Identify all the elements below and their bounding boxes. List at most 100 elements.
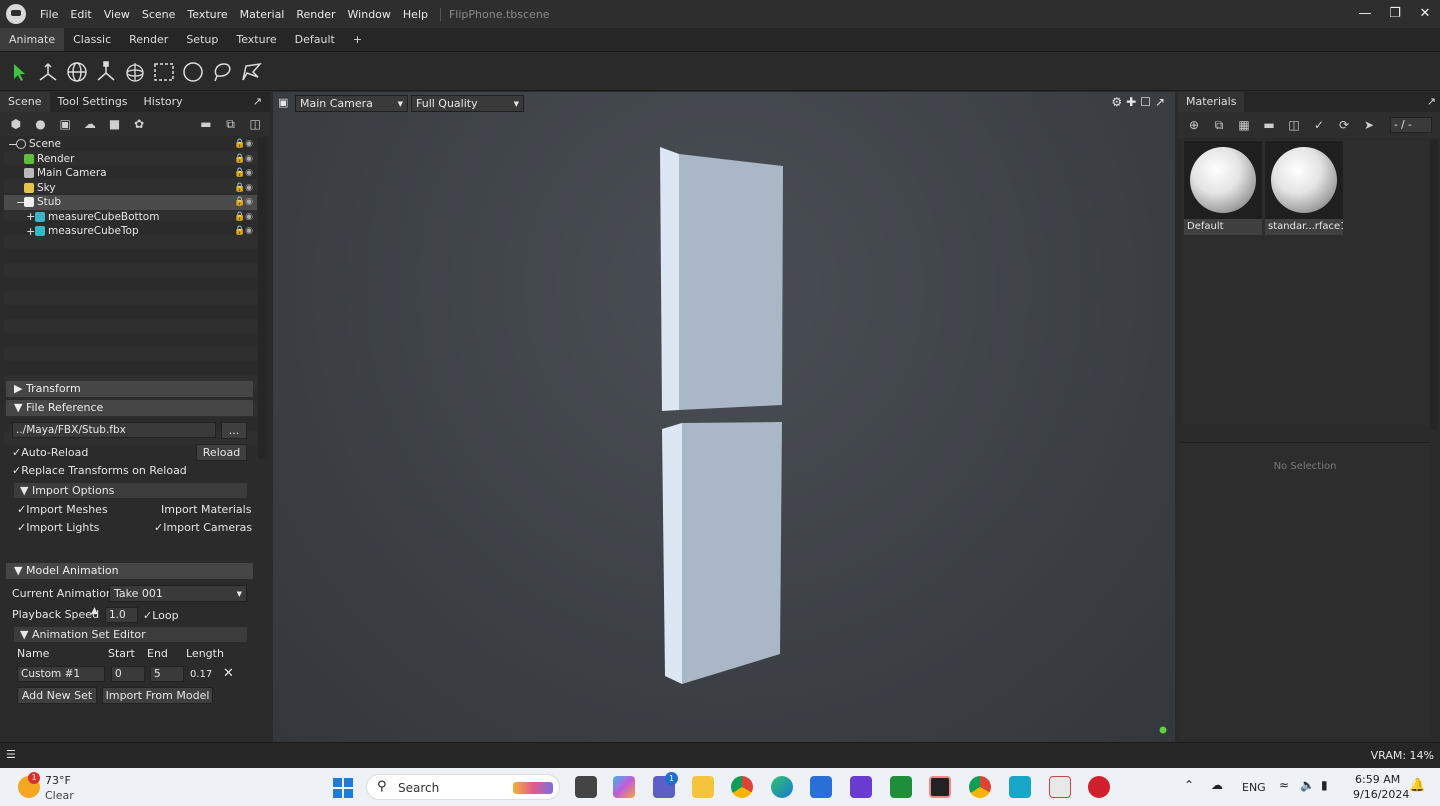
rotate-tool-icon[interactable] [63, 58, 91, 86]
battery-icon[interactable]: ▮ [1321, 778, 1328, 792]
chevron-up-icon[interactable]: ⌃ [1184, 778, 1194, 792]
language-indicator[interactable]: ENG [1242, 781, 1266, 794]
file-reference-section[interactable]: ▼ File Reference [6, 400, 253, 416]
add-material-icon[interactable]: ⊕ [1184, 118, 1204, 132]
add-shape-icon[interactable]: ■ [105, 117, 125, 131]
tab-history[interactable]: History [136, 92, 191, 112]
lock-visibility-icon[interactable]: 🔒◉ [234, 154, 253, 164]
copilot-icon[interactable] [613, 776, 635, 798]
tab-render[interactable]: Render [120, 28, 177, 51]
import-options-section[interactable]: ▼ Import Options [14, 483, 247, 498]
delete-set-icon[interactable]: ✕ [223, 666, 234, 681]
file-path-field[interactable]: ../Maya/FBX/Stub.fbx [12, 422, 216, 438]
tab-materials[interactable]: Materials [1178, 92, 1245, 112]
popout-icon[interactable]: ↗ [1419, 92, 1440, 112]
tree-item-sky[interactable]: Sky 🔒◉ [4, 181, 257, 196]
transform-section[interactable]: ▶ Transform [6, 381, 253, 397]
console-icon[interactable]: ☰ [6, 748, 16, 761]
lock-visibility-icon[interactable]: 🔒◉ [234, 168, 253, 178]
refresh-icon[interactable]: ⟳ [1334, 118, 1354, 132]
set-start-field[interactable]: 0 [111, 666, 145, 682]
menu-edit[interactable]: Edit [64, 8, 97, 21]
store-icon[interactable] [810, 776, 832, 798]
menu-texture[interactable]: Texture [181, 8, 233, 21]
tree-item-measure-cube-top[interactable]: + measureCubeTop 🔒◉ [4, 224, 257, 239]
add-object-icon[interactable]: ⬢ [6, 117, 26, 131]
add-tab-button[interactable]: + [344, 28, 371, 51]
folder-icon[interactable]: ▬ [196, 117, 216, 131]
tab-default[interactable]: Default [286, 28, 344, 51]
menu-scene[interactable]: Scene [136, 8, 182, 21]
playback-speed-field[interactable]: 1.0 [105, 607, 138, 623]
import-materials-checkbox[interactable]: Import Materials [152, 503, 251, 516]
set-end-field[interactable]: 5 [150, 666, 184, 682]
lock-visibility-icon[interactable]: 🔒◉ [234, 139, 253, 149]
delete-icon[interactable]: ◫ [1284, 118, 1304, 132]
marquee-select-icon[interactable] [150, 58, 178, 86]
xbox-icon[interactable] [890, 776, 912, 798]
select-arrow-icon[interactable] [5, 58, 33, 86]
tree-item-main-camera[interactable]: Main Camera 🔒◉ [4, 166, 257, 181]
duplicate-icon[interactable]: ⧉ [221, 117, 241, 131]
lock-visibility-icon[interactable]: 🔒◉ [234, 226, 253, 236]
add-effect-icon[interactable]: ✿ [129, 117, 149, 131]
tab-classic[interactable]: Classic [64, 28, 120, 51]
material-default[interactable]: Default [1184, 141, 1262, 235]
volume-icon[interactable]: 🔈 [1300, 778, 1315, 792]
tree-item-measure-cube-bottom[interactable]: + measureCubeBottom 🔒◉ [4, 210, 257, 225]
tab-tool-settings[interactable]: Tool Settings [50, 92, 136, 112]
import-from-model-button[interactable]: Import From Model [102, 687, 213, 704]
circle-select-icon[interactable] [179, 58, 207, 86]
scale-tool-icon[interactable] [92, 58, 120, 86]
add-sky-icon[interactable]: ☁ [80, 117, 100, 131]
menu-view[interactable]: View [98, 8, 136, 21]
delete-icon[interactable]: ◫ [245, 117, 265, 131]
wifi-icon[interactable]: ≈ [1279, 778, 1289, 792]
file-explorer-icon[interactable] [692, 776, 714, 798]
folder-icon[interactable]: ▬ [1259, 118, 1279, 132]
tab-animate[interactable]: Animate [0, 28, 65, 51]
import-meshes-checkbox[interactable]: ✓Import Meshes [17, 503, 108, 516]
menu-render[interactable]: Render [290, 8, 341, 21]
lock-visibility-icon[interactable]: 🔒◉ [234, 212, 253, 222]
materials-scrollbar[interactable] [1430, 140, 1438, 430]
minimize-icon[interactable]: — [1350, 0, 1380, 28]
close-icon[interactable]: ✕ [1410, 0, 1440, 28]
duplicate-material-icon[interactable]: ⧉ [1209, 118, 1229, 132]
maya-app-icon[interactable] [850, 776, 872, 798]
move-tool-icon[interactable] [34, 58, 62, 86]
tree-item-scene[interactable]: − Scene 🔒◉ [4, 137, 257, 152]
import-cameras-checkbox[interactable]: ✓Import Cameras [154, 521, 252, 534]
pivot-tool-icon[interactable] [121, 58, 149, 86]
lock-visibility-icon[interactable]: 🔒◉ [234, 197, 253, 207]
paint-select-icon[interactable] [237, 58, 265, 86]
epic-games-icon[interactable] [929, 776, 951, 798]
tree-item-stub[interactable]: − Stub 🔒◉ [4, 195, 257, 210]
clock-date[interactable]: 9/16/2024 [1353, 788, 1409, 801]
toolbag-icon[interactable] [1088, 776, 1110, 798]
edge-icon[interactable] [771, 776, 793, 798]
tab-scene[interactable]: Scene [0, 92, 50, 112]
lock-visibility-icon[interactable]: 🔒◉ [234, 183, 253, 193]
speed-stepper-icon[interactable]: ▲ [91, 606, 98, 616]
search-box[interactable]: ⚲ Search [366, 774, 560, 800]
snipping-tool-icon[interactable] [1049, 776, 1071, 798]
auto-reload-checkbox[interactable]: ✓Auto-Reload [12, 446, 88, 459]
checker-icon[interactable]: ▦ [1234, 118, 1254, 132]
export-icon[interactable]: ➤ [1359, 118, 1379, 132]
add-camera-icon[interactable]: ▣ [55, 117, 75, 131]
replace-transforms-checkbox[interactable]: ✓Replace Transforms on Reload [12, 464, 187, 477]
current-animation-dropdown[interactable]: Take 001 [109, 585, 247, 602]
tab-texture[interactable]: Texture [227, 28, 285, 51]
add-new-set-button[interactable]: Add New Set [17, 687, 97, 704]
chrome-icon[interactable] [731, 776, 753, 798]
eyedropper-icon[interactable]: ✓ [1309, 118, 1329, 132]
add-light-icon[interactable]: ● [31, 117, 51, 131]
loop-checkbox[interactable]: ✓Loop [143, 609, 179, 622]
page-indicator[interactable]: - / - [1390, 117, 1432, 133]
tab-setup[interactable]: Setup [177, 28, 227, 51]
browse-button[interactable]: ... [221, 422, 247, 439]
marmoset-icon[interactable] [1009, 776, 1031, 798]
notification-bell-icon[interactable]: 🔔 [1409, 778, 1425, 793]
cloud-icon[interactable]: ☁ [1211, 778, 1223, 792]
